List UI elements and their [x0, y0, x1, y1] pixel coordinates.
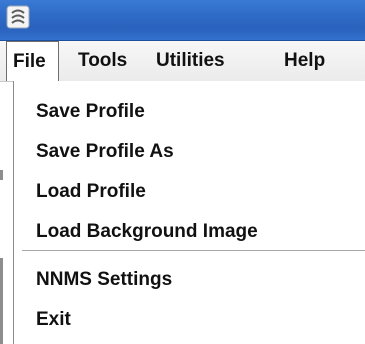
menu-item-exit[interactable]: Exit [36, 302, 71, 338]
menu-shadow [0, 170, 3, 180]
menu-separator [22, 250, 365, 252]
title-bar [0, 0, 365, 41]
menu-item-load-background-image[interactable]: Load Background Image [36, 214, 258, 250]
menu-tools[interactable]: Tools [78, 41, 127, 81]
menu-help[interactable]: Help [284, 41, 325, 81]
menu-item-load-profile[interactable]: Load Profile [36, 174, 146, 210]
menu-shadow [0, 258, 3, 344]
menu-item-save-profile-as[interactable]: Save Profile As [36, 134, 174, 170]
app-logo-icon[interactable] [6, 5, 30, 29]
menu-bar: File Tools Utilities Help [0, 41, 365, 82]
menu-file[interactable]: File [6, 41, 59, 81]
menu-utilities[interactable]: Utilities [156, 41, 225, 81]
menu-item-save-profile[interactable]: Save Profile [36, 94, 145, 130]
menu-item-nnms-settings[interactable]: NNMS Settings [36, 262, 172, 298]
